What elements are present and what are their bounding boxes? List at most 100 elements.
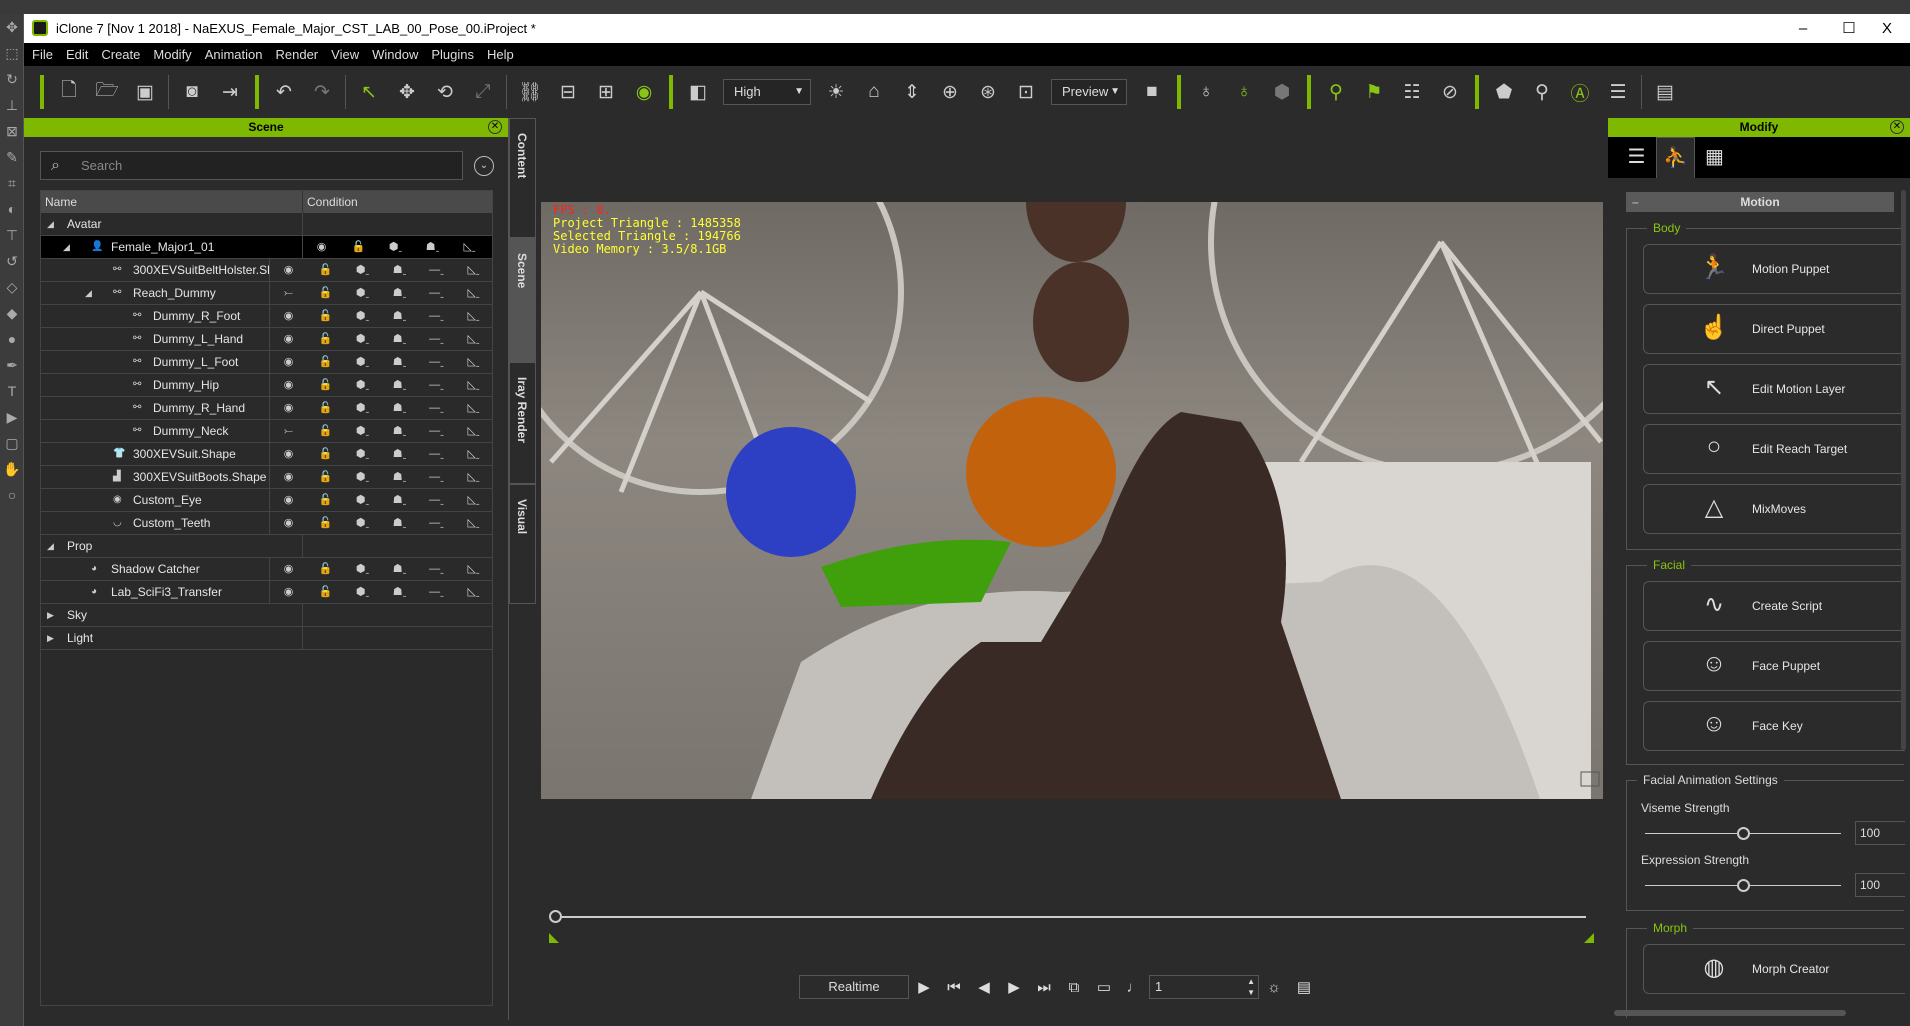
column-condition[interactable]: Condition bbox=[303, 191, 358, 213]
bone-icon[interactable]: ◺ˍ bbox=[455, 443, 492, 465]
quality-dropdown[interactable]: High bbox=[723, 79, 811, 105]
flag-icon[interactable]: ⚑ bbox=[1355, 81, 1393, 104]
collapse-arrow-icon[interactable]: ◢ bbox=[63, 236, 70, 258]
shadow-icon[interactable]: ☗ˍ bbox=[381, 374, 418, 396]
direct-puppet-button[interactable]: ☝ Direct Puppet bbox=[1643, 304, 1905, 354]
lock-icon[interactable]: 🔓 bbox=[307, 282, 344, 304]
line-style-icon[interactable]: —ˍ bbox=[418, 466, 455, 488]
line-style-icon[interactable]: —ˍ bbox=[418, 397, 455, 419]
line-style-icon[interactable]: —ˍ bbox=[418, 489, 455, 511]
select-arrow-icon[interactable]: ↖ bbox=[350, 81, 388, 104]
line-style-icon[interactable]: —ˍ bbox=[418, 259, 455, 281]
tree-row[interactable]: ◢ ⚯ Reach_Dummy ⤚ 🔓 ⬢ˍ ☗ˍ —ˍ ◺ˍ bbox=[41, 282, 492, 305]
menu-edit[interactable]: Edit bbox=[66, 47, 88, 62]
visibility-eye-icon[interactable]: ◉ bbox=[270, 466, 307, 488]
lock-icon[interactable]: 🔓 bbox=[307, 558, 344, 580]
history-icon[interactable]: ↺ bbox=[0, 248, 24, 274]
bone-icon[interactable]: ◺ˍ bbox=[455, 328, 492, 350]
line-style-icon[interactable]: —ˍ bbox=[418, 512, 455, 534]
brush-icon[interactable]: ✎ bbox=[0, 144, 24, 170]
loop-icon[interactable]: ⧉ bbox=[1059, 979, 1089, 996]
tree-row[interactable]: ⚯ Dummy_Hip ◉ 🔓 ⬢ˍ ☗ˍ —ˍ ◺ˍ bbox=[41, 374, 492, 397]
range-start-marker[interactable] bbox=[549, 933, 559, 943]
layout-icon[interactable]: ◧ bbox=[679, 81, 717, 104]
tab-attributes-sliders-icon[interactable]: ☰ bbox=[1617, 137, 1656, 178]
visibility-eye-icon[interactable]: ◉ bbox=[270, 443, 307, 465]
realtime-dropdown[interactable]: Realtime bbox=[799, 975, 909, 999]
tab-scene[interactable]: Scene bbox=[509, 238, 536, 362]
lasso-icon[interactable]: ↻ bbox=[0, 66, 24, 92]
tree-row[interactable]: ⚯ Dummy_R_Foot ◉ 🔓 ⬢ˍ ☗ˍ —ˍ ◺ˍ bbox=[41, 305, 492, 328]
menu-create[interactable]: Create bbox=[101, 47, 140, 62]
visibility-eye-icon[interactable]: ◉ bbox=[270, 558, 307, 580]
motion-section-header[interactable]: – Motion bbox=[1626, 192, 1894, 212]
patch-icon[interactable]: ⌗ bbox=[0, 170, 24, 196]
shading-cube-icon[interactable]: ⬢ˍ bbox=[344, 282, 381, 304]
bone-icon[interactable]: ◺ˍ bbox=[455, 558, 492, 580]
line-style-icon[interactable]: —ˍ bbox=[418, 351, 455, 373]
settings-sliders-icon[interactable]: ☰ bbox=[1599, 81, 1637, 104]
undo-icon[interactable]: ↶ bbox=[265, 81, 303, 104]
menu-plugins[interactable]: Plugins bbox=[431, 47, 474, 62]
physics-icon[interactable]: ♁ bbox=[1187, 81, 1225, 103]
lock-icon[interactable]: 🔓 bbox=[307, 328, 344, 350]
orbit-icon[interactable]: ⊛ bbox=[969, 81, 1007, 104]
line-style-icon[interactable]: —ˍ bbox=[418, 558, 455, 580]
play-icon[interactable]: ▶ bbox=[909, 978, 939, 996]
3d-viewport[interactable]: FPS : 0. Project Triangle : 1485358 Sele… bbox=[541, 202, 1603, 799]
shape-icon[interactable]: ▢ bbox=[0, 430, 24, 456]
line-style-icon[interactable]: —ˍ bbox=[418, 420, 455, 442]
frame-stepper[interactable]: ▲ ▼ bbox=[1247, 976, 1255, 998]
collapse-arrow-icon[interactable]: ◢ bbox=[47, 535, 54, 557]
shading-cube-icon[interactable]: ⬢ˍ bbox=[344, 397, 381, 419]
shadow-icon[interactable]: ☗ˍ bbox=[381, 397, 418, 419]
close-button[interactable]: X bbox=[1864, 14, 1910, 43]
shadow-icon[interactable]: ☗ˍ bbox=[381, 420, 418, 442]
link-icon[interactable]: ⛓ bbox=[511, 80, 549, 104]
tree-row[interactable]: ◢ 👤 Female_Major1_01 ◉ 🔓 ⬢ˍ ☗ˍ ◺ˍ bbox=[41, 236, 492, 259]
tree-row[interactable]: ▶ Light bbox=[41, 627, 492, 650]
shading-cube-icon[interactable]: ⬢ˍ bbox=[344, 466, 381, 488]
mixmoves-button[interactable]: △ MixMoves bbox=[1643, 484, 1905, 534]
next-frame-icon[interactable]: ▶ bbox=[999, 978, 1029, 996]
last-frame-icon[interactable]: ⏭ bbox=[1029, 979, 1059, 996]
bone-icon[interactable]: ◺ˍ bbox=[455, 397, 492, 419]
shadow-icon[interactable]: ☗ˍ bbox=[381, 282, 418, 304]
viseme-strength-input[interactable]: 100 bbox=[1855, 821, 1905, 845]
cubes-icon[interactable]: ⬢ bbox=[1263, 81, 1301, 104]
bone-icon[interactable]: ◺ˍ bbox=[455, 420, 492, 442]
hidden-eye-icon[interactable]: ⤚ bbox=[270, 282, 307, 304]
zoom-icon[interactable]: ○ bbox=[0, 482, 24, 508]
open-folder-icon[interactable]: 🗁 bbox=[88, 76, 126, 108]
face-puppet-button[interactable]: ☺ Face Puppet bbox=[1643, 641, 1905, 691]
bone-icon[interactable]: ◺ˍ bbox=[455, 466, 492, 488]
gem-icon[interactable]: ⬟ bbox=[1485, 81, 1523, 104]
shading-cube-icon[interactable]: ⬢ˍ bbox=[344, 374, 381, 396]
search-motion-icon[interactable]: ⚲ bbox=[1523, 81, 1561, 104]
search-input[interactable]: ⌕ Search bbox=[40, 151, 463, 180]
tree-row[interactable]: ▶ Sky bbox=[41, 604, 492, 627]
expand-arrow-icon[interactable]: ▶ bbox=[47, 627, 54, 649]
shading-cube-icon[interactable]: ⬢ˍ bbox=[344, 489, 381, 511]
eraser-icon[interactable]: ◇ bbox=[0, 274, 24, 300]
shading-cube-icon[interactable]: ⬢ˍ bbox=[344, 443, 381, 465]
shading-cube-icon[interactable]: ⬢ˍ bbox=[344, 512, 381, 534]
menu-view[interactable]: View bbox=[331, 47, 359, 62]
bone-icon[interactable]: ◺ˍ bbox=[455, 351, 492, 373]
lock-icon[interactable]: 🔓 bbox=[307, 420, 344, 442]
tree-row[interactable]: ▟ 300XEVSuitBoots.Shape ◉ 🔓 ⬢ˍ ☗ˍ —ˍ ◺ˍ bbox=[41, 466, 492, 489]
music-icon[interactable]: ♩ bbox=[1119, 979, 1149, 996]
visibility-eye-icon[interactable]: ◉ bbox=[270, 374, 307, 396]
tab-visual[interactable]: Visual bbox=[509, 484, 536, 604]
physics-bake-icon[interactable]: ♁ bbox=[1225, 81, 1263, 103]
close-panel-icon[interactable]: ✕ bbox=[1890, 120, 1904, 134]
lock-icon[interactable]: 🔓 bbox=[307, 397, 344, 419]
frame-icon[interactable]: ⊠ bbox=[0, 118, 24, 144]
shadow-icon[interactable]: ☗ˍ bbox=[381, 443, 418, 465]
morph-creator-button[interactable]: ◍ Morph Creator bbox=[1643, 944, 1905, 994]
shading-cube-icon[interactable]: ⬢ˍ bbox=[344, 420, 381, 442]
render-icon[interactable]: ◙ bbox=[173, 81, 211, 103]
blur-icon[interactable]: ● bbox=[0, 326, 24, 352]
shadow-icon[interactable]: ☗ˍ bbox=[381, 489, 418, 511]
lock-icon[interactable]: 🔓 bbox=[307, 489, 344, 511]
